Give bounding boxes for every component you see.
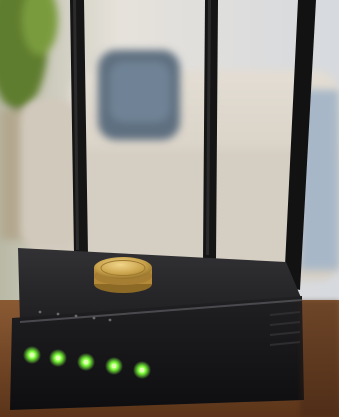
- pillow: [98, 50, 180, 140]
- photo-frame: [0, 0, 339, 417]
- router-photo: [0, 0, 339, 417]
- coin-stack: [94, 257, 152, 293]
